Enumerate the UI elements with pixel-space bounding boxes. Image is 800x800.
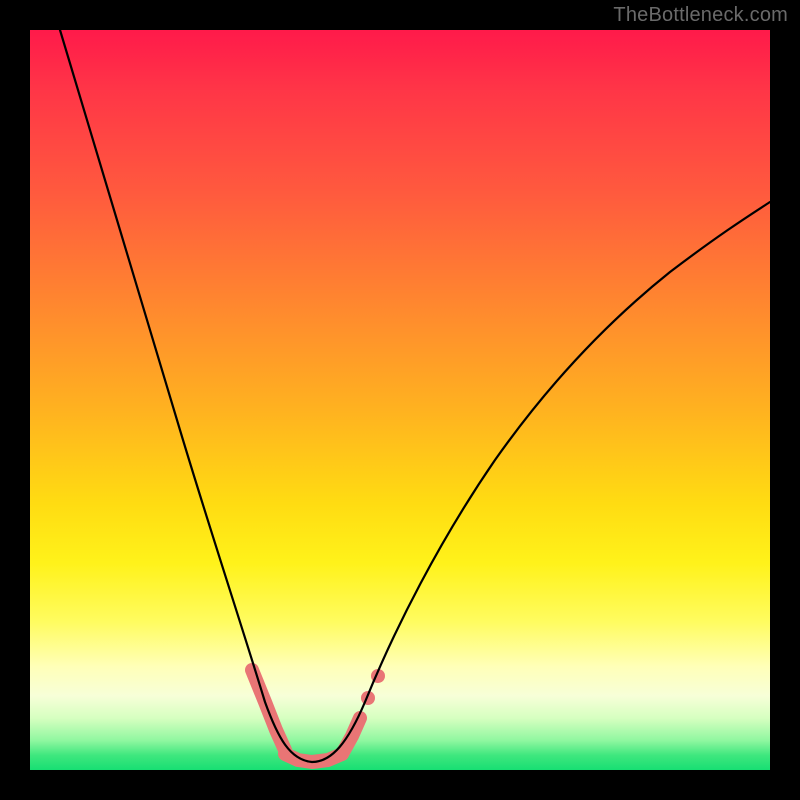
curve-layer — [30, 30, 770, 770]
watermark-text: TheBottleneck.com — [613, 4, 788, 27]
optimal-marker — [252, 669, 385, 762]
bottleneck-curve — [60, 30, 770, 762]
chart-frame: TheBottleneck.com — [0, 0, 800, 800]
plot-area — [30, 30, 770, 770]
